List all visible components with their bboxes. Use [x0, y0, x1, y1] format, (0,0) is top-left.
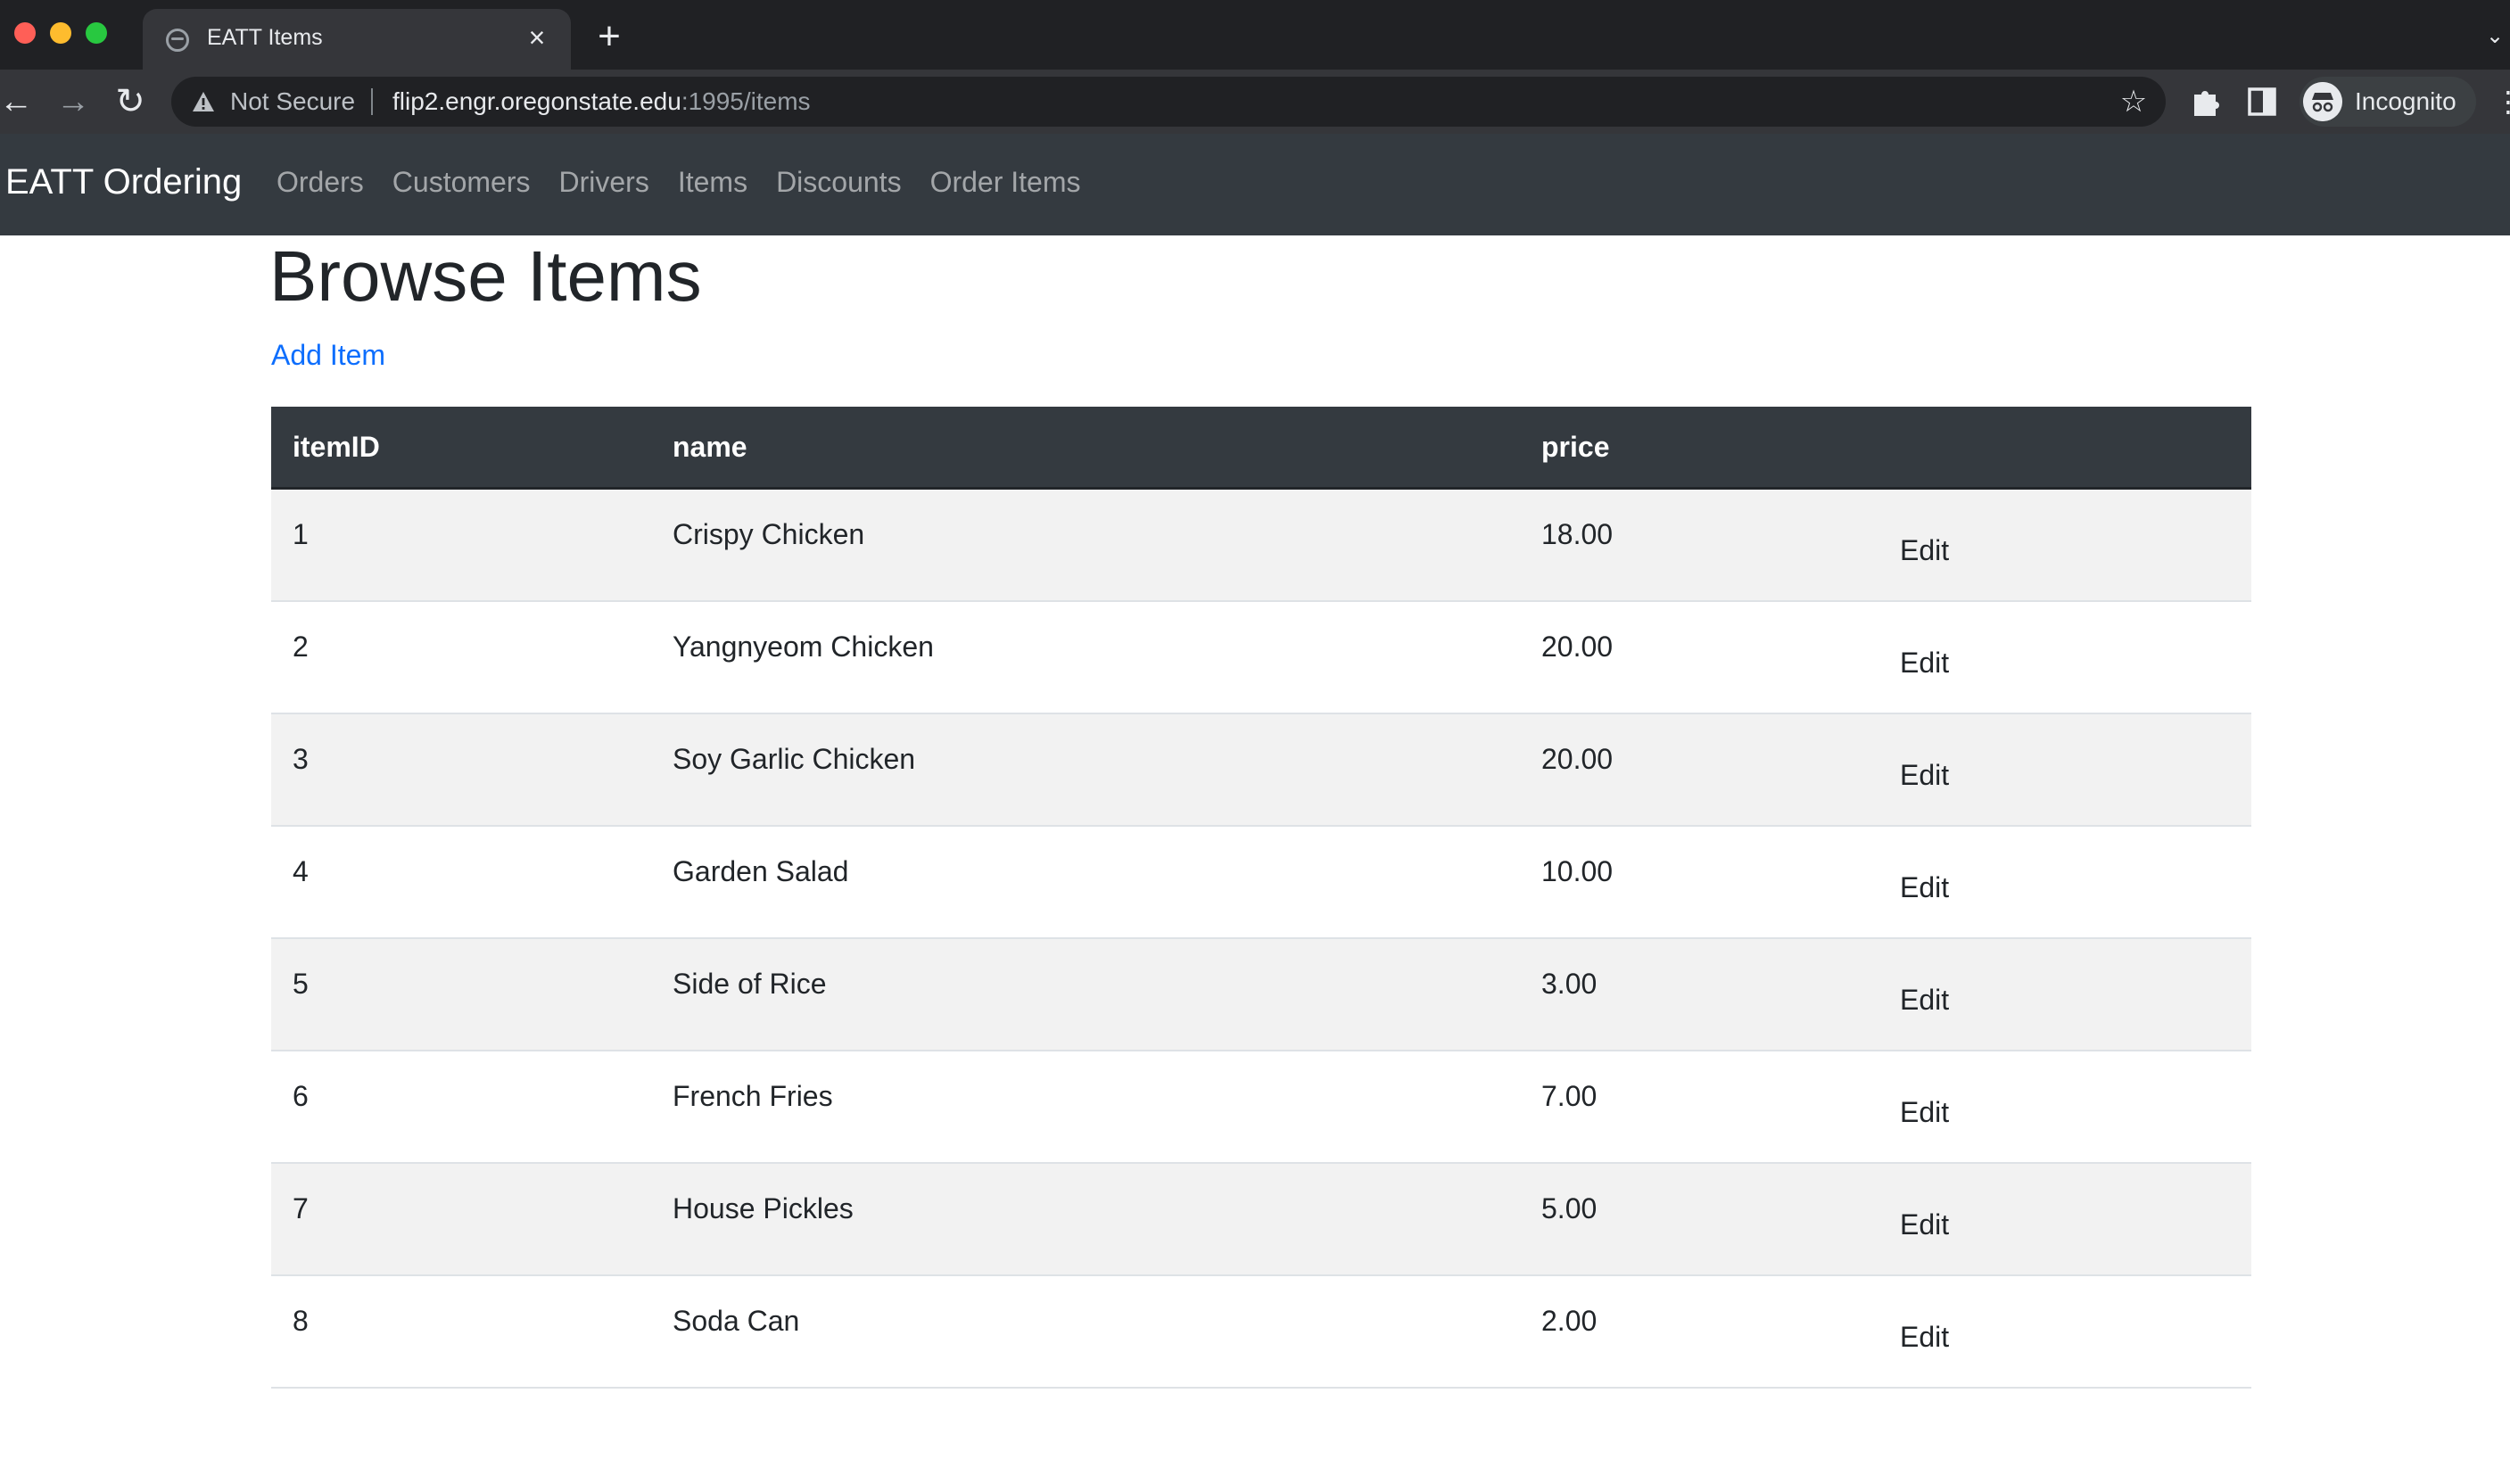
browser-toolbar: ← → ↻ Not Secure flip2.engr.oregonstate.… [0, 70, 2510, 134]
edit-cell: Edit [1878, 488, 2251, 602]
url-text[interactable]: flip2.engr.oregonstate.edu:1995/items [392, 87, 811, 116]
column-header-itemid: itemID [271, 407, 651, 490]
reload-button[interactable]: ↻ [111, 82, 150, 121]
window-zoom-button[interactable] [86, 22, 107, 44]
table-row: 7 House Pickles 5.00 Edit [271, 1162, 2251, 1276]
nav-link-orders[interactable]: Orders [277, 166, 364, 199]
table-row: 5 Side of Rice 3.00 Edit [271, 937, 2251, 1051]
new-tab-button[interactable]: + [592, 17, 626, 56]
edit-cell: Edit [1878, 713, 2251, 827]
window-close-button[interactable] [14, 22, 36, 44]
edit-cell: Edit [1878, 1050, 2251, 1164]
table-row: 3 Soy Garlic Chicken 20.00 Edit [271, 713, 2251, 827]
nav-links: Orders Customers Drivers Items Discounts… [277, 166, 1080, 199]
items-table: itemID name price 1 Crispy Chicken 18.00… [271, 407, 2251, 1389]
item-id-cell: 1 [271, 488, 651, 602]
table-row: 2 Yangnyeom Chicken 20.00 Edit [271, 600, 2251, 714]
nav-link-items[interactable]: Items [678, 166, 747, 199]
chevron-down-icon[interactable]: ⌄ [2481, 23, 2508, 50]
edit-link[interactable]: Edit [1900, 1096, 1949, 1128]
nav-link-discounts[interactable]: Discounts [776, 166, 902, 199]
url-host: flip2.engr.oregonstate.edu [392, 87, 681, 115]
window-minimize-button[interactable] [50, 22, 71, 44]
item-name-cell: Crispy Chicken [651, 488, 1520, 602]
item-price-cell: 18.00 [1520, 488, 1878, 602]
table-header-row: itemID name price [271, 407, 2251, 490]
item-name-cell: French Fries [651, 1050, 1520, 1164]
edit-link[interactable]: Edit [1900, 984, 1949, 1016]
security-label[interactable]: Not Secure [230, 87, 355, 116]
nav-link-order-items[interactable]: Order Items [930, 166, 1081, 199]
item-id-cell: 8 [271, 1274, 651, 1389]
side-panel-icon[interactable] [2246, 86, 2278, 118]
nav-link-drivers[interactable]: Drivers [559, 166, 649, 199]
item-price-cell: 10.00 [1520, 825, 1878, 939]
back-button[interactable]: ← [0, 82, 36, 121]
site-navbar: EATT Ordering Orders Customers Drivers I… [0, 134, 2510, 235]
more-menu-icon[interactable]: ⋮ [2494, 84, 2510, 120]
add-item-link[interactable]: Add Item [271, 339, 385, 372]
edit-link[interactable]: Edit [1900, 534, 1949, 566]
incognito-icon [2303, 82, 2342, 121]
item-id-cell: 2 [271, 600, 651, 714]
edit-cell: Edit [1878, 1274, 2251, 1389]
item-price-cell: 2.00 [1520, 1274, 1878, 1389]
item-price-cell: 20.00 [1520, 600, 1878, 714]
url-path: :1995/items [681, 87, 811, 115]
table-row: 8 Soda Can 2.00 Edit [271, 1274, 2251, 1389]
table-row: 1 Crispy Chicken 18.00 Edit [271, 488, 2251, 602]
column-header-actions [1878, 407, 2251, 490]
address-bar[interactable]: Not Secure flip2.engr.oregonstate.edu:19… [171, 77, 2166, 127]
item-name-cell: Yangnyeom Chicken [651, 600, 1520, 714]
close-icon[interactable]: × [521, 21, 553, 54]
item-name-cell: Soda Can [651, 1274, 1520, 1389]
item-price-cell: 20.00 [1520, 713, 1878, 827]
forward-button[interactable]: → [54, 82, 93, 121]
column-header-price: price [1520, 407, 1878, 490]
edit-cell: Edit [1878, 937, 2251, 1051]
browser-tab-bar: EATT Items × + ⌄ [0, 0, 2510, 70]
globe-icon [166, 29, 189, 52]
edit-cell: Edit [1878, 825, 2251, 939]
bookmark-star-icon[interactable]: ☆ [2116, 84, 2151, 120]
table-row: 6 French Fries 7.00 Edit [271, 1050, 2251, 1164]
tab-title: EATT Items [207, 25, 323, 50]
page-title: Browse Items [269, 236, 702, 316]
nav-link-customers[interactable]: Customers [392, 166, 531, 199]
edit-cell: Edit [1878, 600, 2251, 714]
incognito-label: Incognito [2355, 87, 2456, 115]
omnibox-divider [371, 88, 373, 115]
incognito-profile-button[interactable]: Incognito [2299, 77, 2476, 127]
edit-link[interactable]: Edit [1900, 1208, 1949, 1241]
item-id-cell: 3 [271, 713, 651, 827]
item-name-cell: Soy Garlic Chicken [651, 713, 1520, 827]
item-id-cell: 7 [271, 1162, 651, 1276]
item-name-cell: House Pickles [651, 1162, 1520, 1276]
edit-link[interactable]: Edit [1900, 647, 1949, 679]
table-row: 4 Garden Salad 10.00 Edit [271, 825, 2251, 939]
item-price-cell: 7.00 [1520, 1050, 1878, 1164]
item-name-cell: Garden Salad [651, 825, 1520, 939]
column-header-name: name [651, 407, 1520, 490]
warning-icon [193, 92, 214, 111]
item-name-cell: Side of Rice [651, 937, 1520, 1051]
item-id-cell: 5 [271, 937, 651, 1051]
item-id-cell: 4 [271, 825, 651, 939]
browser-tab-active[interactable]: EATT Items × [143, 9, 571, 70]
edit-link[interactable]: Edit [1900, 871, 1949, 903]
item-price-cell: 5.00 [1520, 1162, 1878, 1276]
edit-link[interactable]: Edit [1900, 1321, 1949, 1353]
item-id-cell: 6 [271, 1050, 651, 1164]
edit-cell: Edit [1878, 1162, 2251, 1276]
item-price-cell: 3.00 [1520, 937, 1878, 1051]
edit-link[interactable]: Edit [1900, 759, 1949, 791]
brand-link[interactable]: EATT Ordering [5, 162, 242, 202]
extensions-puzzle-icon[interactable] [2187, 84, 2223, 120]
